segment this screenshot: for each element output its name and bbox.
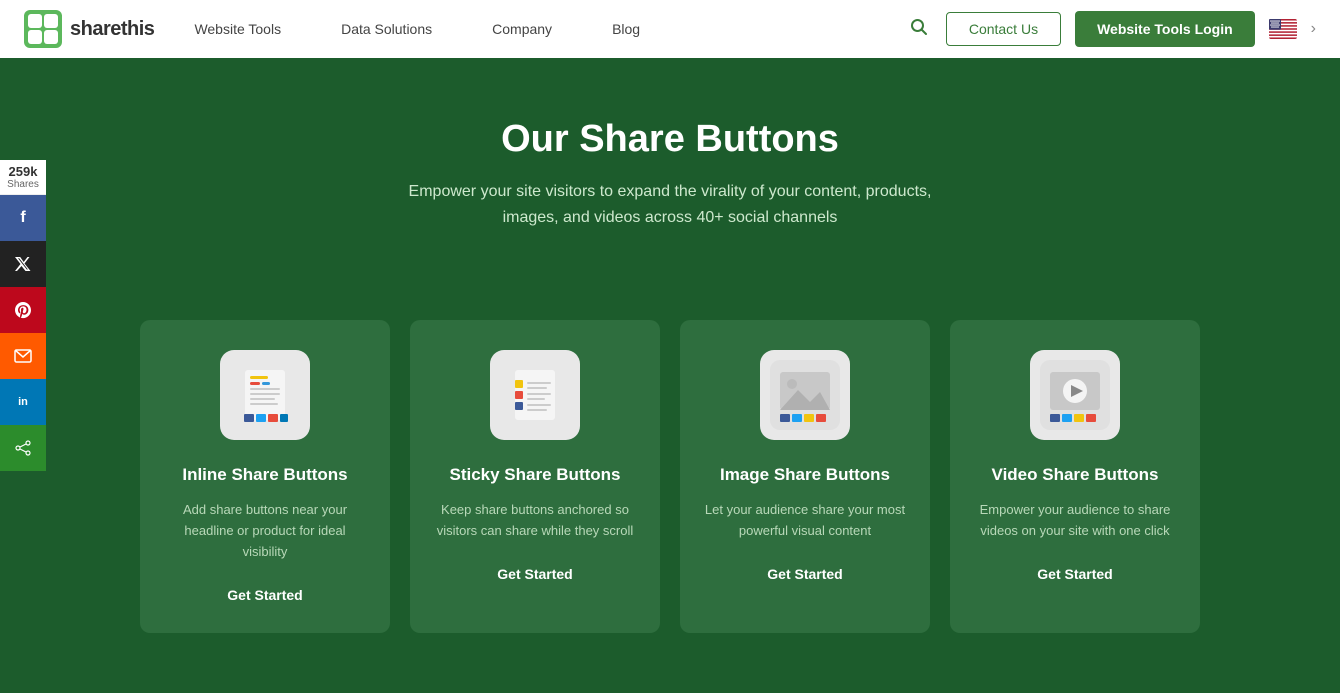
logo-text: sharethis [70,18,154,41]
sticky-share-icon [490,350,580,440]
card-video-title: Video Share Buttons [972,464,1178,486]
card-inline: Inline Share Buttons Add share buttons n… [140,320,390,632]
image-share-icon [760,350,850,440]
share-count-label: Shares [0,179,46,190]
card-inline-desc: Add share buttons near your headline or … [162,500,368,562]
generic-share-button[interactable] [0,425,46,471]
search-icon[interactable] [906,14,932,45]
card-image-title: Image Share Buttons [702,464,908,486]
hero-subtitle: Empower your site visitors to expand the… [390,179,950,230]
card-sticky: Sticky Share Buttons Keep share buttons … [410,320,660,632]
navbar: sharethis Website Tools Data Solutions C… [0,0,1340,58]
card-image-desc: Let your audience share your most powerf… [702,500,908,542]
language-selector[interactable] [1269,19,1297,39]
pinterest-share-button[interactable] [0,287,46,333]
facebook-share-button[interactable]: f [0,195,46,241]
card-video-cta[interactable]: Get Started [1037,566,1112,582]
twitter-share-button[interactable] [0,241,46,287]
card-sticky-desc: Keep share buttons anchored so visitors … [432,500,638,542]
card-inline-title: Inline Share Buttons [162,464,368,486]
nav-blog[interactable]: Blog [612,21,640,37]
nav-company[interactable]: Company [492,21,552,37]
card-sticky-cta[interactable]: Get Started [497,566,572,582]
cards-section: Inline Share Buttons Add share buttons n… [0,310,1340,692]
side-social-panel: 259k Shares f in [0,160,46,471]
card-sticky-title: Sticky Share Buttons [432,464,638,486]
share-count-number: 259k [0,164,46,179]
nav-data-solutions[interactable]: Data Solutions [341,21,432,37]
video-share-icon [1030,350,1120,440]
card-video: Video Share Buttons Empower your audienc… [950,320,1200,632]
linkedin-share-button[interactable]: in [0,379,46,425]
share-counter: 259k Shares [0,160,46,195]
inline-share-icon [220,350,310,440]
card-image-cta[interactable]: Get Started [767,566,842,582]
contact-button[interactable]: Contact Us [946,12,1061,46]
logo[interactable]: sharethis [24,10,154,48]
hero-section: Our Share Buttons Empower your site visi… [0,58,1340,310]
nav-website-tools[interactable]: Website Tools [194,21,281,37]
card-inline-cta[interactable]: Get Started [227,587,302,603]
hero-title: Our Share Buttons [20,118,1320,161]
nav-right: Contact Us Website Tools Login [906,11,1316,47]
email-share-button[interactable] [0,333,46,379]
chevron-right-icon[interactable]: › [1311,20,1316,38]
login-button[interactable]: Website Tools Login [1075,11,1255,47]
card-video-desc: Empower your audience to share videos on… [972,500,1178,542]
card-image: Image Share Buttons Let your audience sh… [680,320,930,632]
nav-links: Website Tools Data Solutions Company Blo… [194,21,905,37]
